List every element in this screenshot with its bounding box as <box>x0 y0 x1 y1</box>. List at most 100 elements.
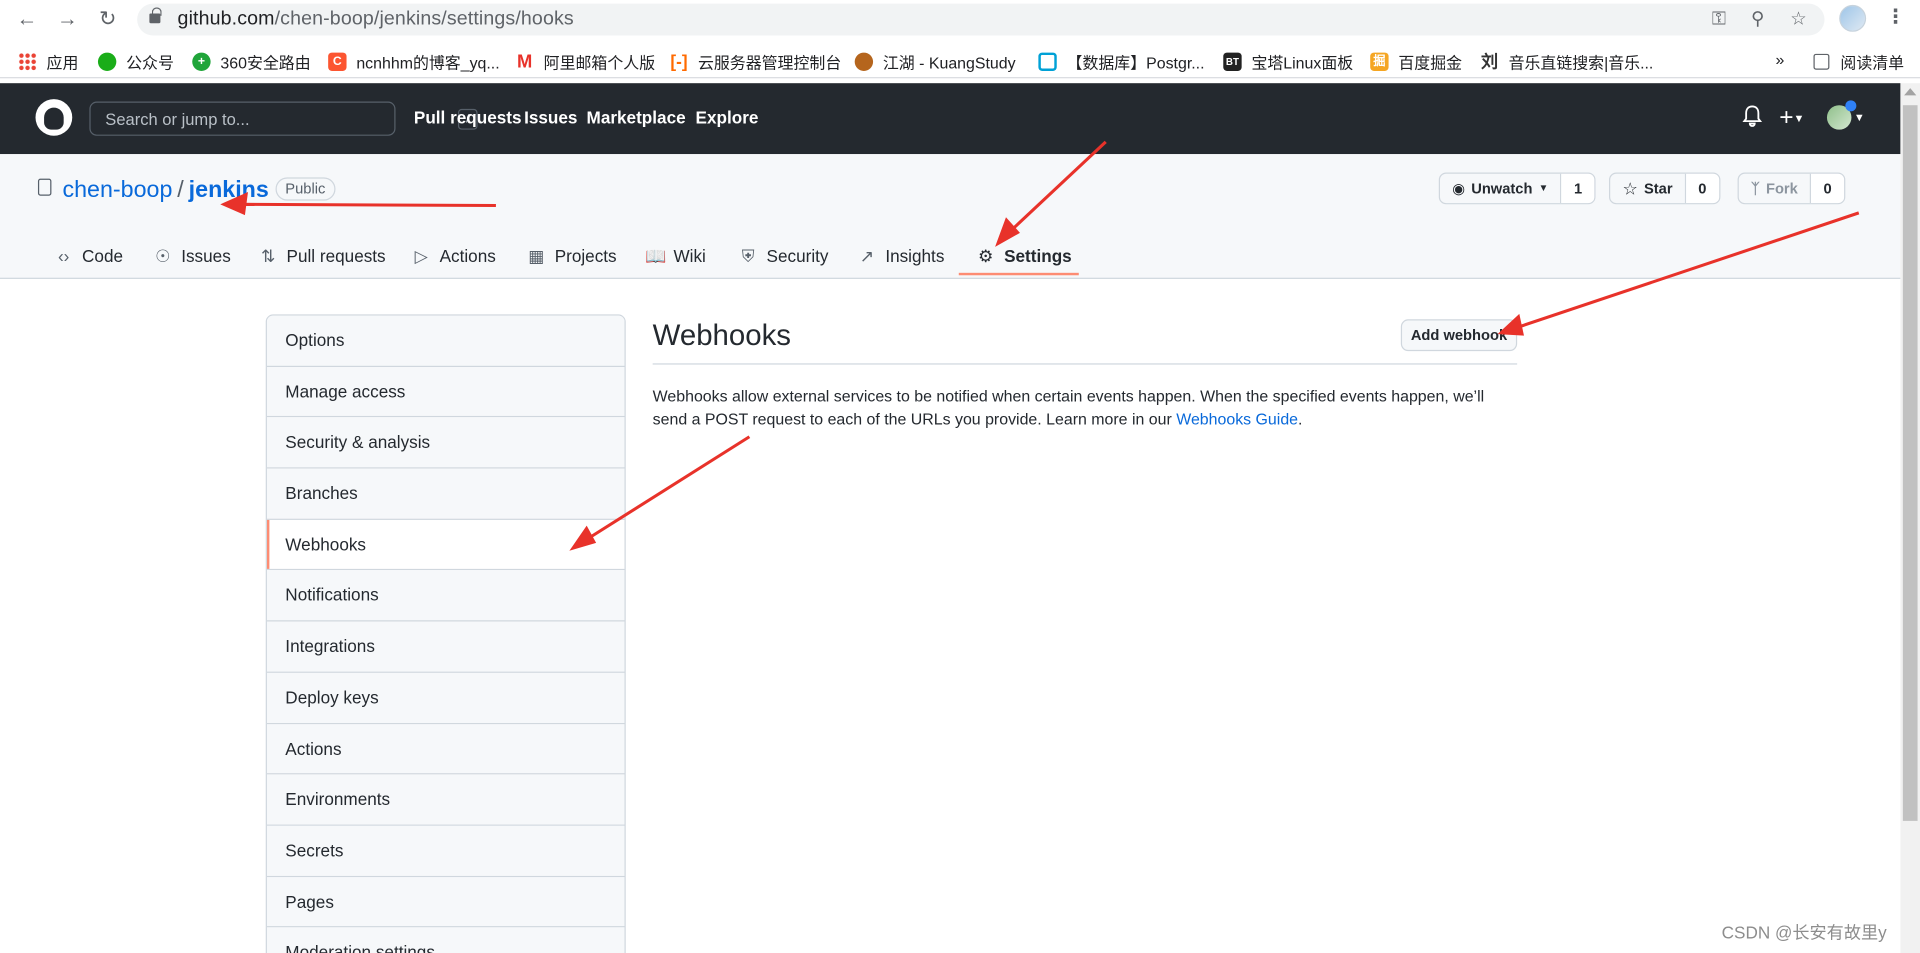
repo-title: chen-boop / jenkins <box>62 177 268 204</box>
repo-name-link[interactable]: jenkins <box>189 177 269 203</box>
repo-icon <box>37 178 52 196</box>
star-count[interactable]: 0 <box>1686 173 1719 204</box>
bookmark-item[interactable]: 刘音乐直链搜索|音乐... <box>1480 50 1653 73</box>
description-text: Webhooks allow external services to be n… <box>652 386 1485 429</box>
star-icon: ☆ <box>1622 178 1638 199</box>
bookmark-item[interactable]: 【数据库】Postgr... <box>1038 50 1205 73</box>
sidebar-item-security-analysis[interactable]: Security & analysis <box>266 417 625 469</box>
tab-label: Actions <box>439 245 496 266</box>
scroll-up-arrow-icon[interactable] <box>1904 88 1917 96</box>
bookmark-item[interactable]: 公众号 <box>97 50 174 73</box>
fork-button[interactable]: ᛉ Fork <box>1739 173 1812 204</box>
sidebar-item-branches[interactable]: Branches <box>266 468 625 520</box>
bookmark-label: 百度掘金 <box>1398 53 1463 73</box>
add-webhook-button[interactable]: Add webhook <box>1400 319 1518 352</box>
tab-actions[interactable]: ▷ Actions <box>411 230 496 279</box>
reading-list-button[interactable]: 阅读清单 <box>1813 50 1904 73</box>
star-bookmark-icon[interactable]: ☆ <box>1790 9 1806 31</box>
key-icon[interactable]: ⚿ <box>1712 9 1726 31</box>
global-search[interactable]: / <box>89 101 478 136</box>
eye-icon: ◉ <box>1452 179 1466 197</box>
aliyun-icon: [-] <box>670 51 688 71</box>
nav-issues[interactable]: Issues <box>524 108 577 128</box>
title-divider <box>652 363 1518 365</box>
tab-label: Projects <box>554 245 617 266</box>
tab-security[interactable]: ⛨ Security <box>738 230 829 279</box>
tab-projects[interactable]: ▦ Projects <box>527 230 617 279</box>
book-icon: 📖 <box>645 245 667 265</box>
kuangstudy-icon <box>854 52 874 71</box>
bookmark-item[interactable]: M 阿里邮箱个人版 <box>516 50 655 73</box>
bookmark-label: 公众号 <box>126 53 174 73</box>
zoom-icon[interactable]: ⚲ <box>1751 9 1764 31</box>
back-arrow-icon[interactable]: ← <box>13 6 40 33</box>
360-icon: + <box>192 52 211 71</box>
fork-count[interactable]: 0 <box>1811 173 1844 204</box>
browser-profile-avatar[interactable] <box>1839 4 1867 32</box>
sidebar-item-moderation-settings[interactable]: Moderation settings <box>266 927 625 953</box>
bookmark-item[interactable]: +360安全路由 <box>192 50 311 73</box>
tab-insights[interactable]: ↗ Insights <box>857 230 945 279</box>
search-input[interactable] <box>90 102 361 135</box>
nav-marketplace[interactable]: Marketplace <box>587 108 686 128</box>
unwatch-button[interactable]: ◉ Unwatch ▼ <box>1440 173 1562 204</box>
sidebar-item-environments[interactable]: Environments <box>266 774 625 826</box>
caret-down-icon: ▼ <box>1538 182 1549 194</box>
bell-icon[interactable] <box>1742 105 1763 133</box>
webhooks-guide-link[interactable]: Webhooks Guide <box>1176 410 1298 428</box>
page-title: Webhooks <box>652 319 791 353</box>
sidebar-item-integrations[interactable]: Integrations <box>266 621 625 673</box>
nav-explore[interactable]: Explore <box>696 108 759 128</box>
bilibili-icon <box>1038 52 1057 71</box>
tab-code[interactable]: ‹› Code <box>54 230 123 279</box>
nav-pull-requests[interactable]: Pull requests <box>414 108 522 128</box>
forward-arrow-icon[interactable]: → <box>54 6 81 33</box>
tab-issues[interactable]: ☉ Issues <box>153 230 231 279</box>
star-button[interactable]: ☆ Star <box>1610 173 1687 204</box>
sidebar-item-notifications[interactable]: Notifications <box>266 570 625 622</box>
bookmark-item[interactable]: Cncnhhm的博客_yq... <box>328 50 500 73</box>
csdn-icon: C <box>328 52 347 71</box>
bookmark-item[interactable]: 掘百度掘金 <box>1370 50 1462 73</box>
tab-settings[interactable]: ⚙ Settings <box>976 230 1072 279</box>
settings-sidebar: Options Manage access Security & analysi… <box>265 314 626 953</box>
tab-label: Security <box>766 245 829 266</box>
browser-menu-icon[interactable]: ⋮ <box>1886 5 1906 29</box>
url-host: github.com <box>177 8 275 30</box>
reading-list-label: 阅读清单 <box>1840 53 1905 73</box>
sidebar-item-secrets[interactable]: Secrets <box>266 825 625 877</box>
fork-icon: ᛉ <box>1751 179 1760 197</box>
sidebar-item-actions[interactable]: Actions <box>266 723 625 775</box>
play-icon: ▷ <box>414 245 428 265</box>
csdn-watermark: CSDN @长安有故里y <box>1721 922 1887 943</box>
bookmark-item[interactable]: [-] 云服务器管理控制台 <box>670 50 841 73</box>
address-bar[interactable]: github.com/chen-boop/jenkins/settings/ho… <box>137 3 1825 36</box>
gear-icon: ⚙ <box>978 245 994 265</box>
sidebar-item-deploy-keys[interactable]: Deploy keys <box>266 672 625 724</box>
github-logo-icon[interactable] <box>35 99 73 136</box>
sidebar-item-manage-access[interactable]: Manage access <box>266 366 625 418</box>
sidebar-item-webhooks[interactable]: Webhooks <box>266 519 625 571</box>
watch-button-group: ◉ Unwatch ▼ 1 <box>1438 172 1596 205</box>
bookmark-item[interactable]: 江湖 - KuangStudy <box>854 50 1016 73</box>
more-bookmarks-button[interactable]: » <box>1776 50 1785 68</box>
avatar-caret-icon[interactable]: ▼ <box>1854 105 1865 129</box>
repo-owner-link[interactable]: chen-boop <box>62 177 172 203</box>
watch-count[interactable]: 1 <box>1561 173 1595 204</box>
fork-label: Fork <box>1765 179 1798 197</box>
tab-pull-requests[interactable]: ⇅ Pull requests <box>258 230 386 279</box>
bookmark-apps[interactable]: 应用 <box>18 50 78 73</box>
bookmark-label: 宝塔Linux面板 <box>1251 53 1354 73</box>
music-icon: 刘 <box>1481 51 1499 71</box>
plus-icon[interactable]: +▼ <box>1779 105 1804 130</box>
screenshot-stage: ← → ↻ github.com/chen-boop/jenkins/setti… <box>0 0 1920 953</box>
bookmark-item[interactable]: BT 宝塔Linux面板 <box>1223 50 1353 73</box>
url-text[interactable]: github.com/chen-boop/jenkins/settings/ho… <box>178 9 574 31</box>
sidebar-item-pages[interactable]: Pages <box>266 876 625 928</box>
bookmark-label: 应用 <box>46 53 79 73</box>
tab-wiki[interactable]: 📖 Wiki <box>645 230 706 279</box>
scrollbar-thumb[interactable] <box>1902 105 1918 821</box>
reload-icon[interactable]: ↻ <box>94 6 121 33</box>
sidebar-item-options[interactable]: Options <box>266 315 625 367</box>
code-icon: ‹› <box>57 245 70 266</box>
